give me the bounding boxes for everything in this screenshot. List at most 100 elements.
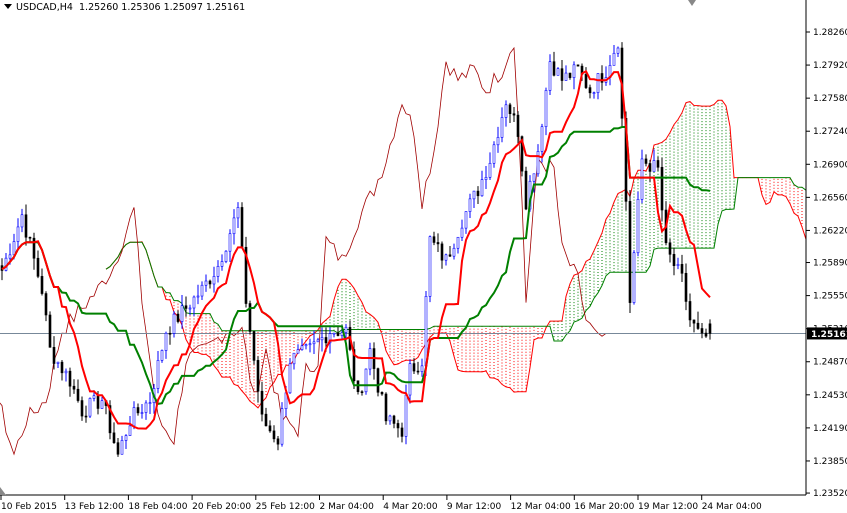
candle-body bbox=[88, 398, 92, 417]
candle-body bbox=[508, 104, 512, 115]
time-tick-label: 20 Feb 20:00 bbox=[192, 502, 251, 512]
candle-body bbox=[516, 114, 520, 137]
candle-body bbox=[568, 72, 572, 78]
candle-body bbox=[544, 90, 548, 128]
candle-body bbox=[500, 117, 504, 138]
dropdown-triangle-icon[interactable] bbox=[4, 4, 12, 9]
candle-body bbox=[596, 73, 600, 93]
price-tick-label: 1.26560 bbox=[813, 193, 847, 203]
candle-body bbox=[160, 350, 164, 361]
candle-body bbox=[584, 74, 588, 88]
candle-body bbox=[592, 92, 596, 94]
price-tick-label: 1.24190 bbox=[813, 424, 847, 434]
candle-body bbox=[216, 266, 220, 277]
candle-body bbox=[312, 341, 316, 345]
candle-body bbox=[680, 264, 684, 274]
candle-body bbox=[196, 295, 200, 298]
candle-body bbox=[416, 370, 420, 373]
candle-body bbox=[436, 242, 440, 245]
price-tick-label: 1.25550 bbox=[813, 292, 847, 302]
chikou-span-line bbox=[0, 46, 607, 456]
candle-body bbox=[128, 425, 132, 436]
candle-body bbox=[480, 179, 484, 197]
candle-body bbox=[184, 305, 188, 309]
candle-body bbox=[628, 201, 632, 303]
candle-body bbox=[420, 365, 424, 372]
time-tick-label: 19 Mar 12:00 bbox=[638, 502, 698, 512]
time-tick-label: 10 Feb 2015 bbox=[1, 502, 57, 512]
candle-body bbox=[504, 104, 508, 118]
candle-body bbox=[188, 307, 192, 310]
candle-body bbox=[572, 64, 576, 78]
candle-body bbox=[536, 151, 540, 175]
current-price-box: 1.25161 bbox=[807, 327, 847, 340]
candle-body bbox=[264, 413, 268, 427]
candle-body bbox=[424, 296, 428, 367]
candle-body bbox=[308, 343, 312, 346]
candle-body bbox=[84, 415, 88, 418]
candle-body bbox=[172, 313, 176, 334]
candle-body bbox=[200, 284, 204, 297]
candle-body bbox=[20, 214, 24, 228]
candle-body bbox=[40, 276, 44, 294]
price-tick-label: 1.23520 bbox=[813, 489, 847, 499]
candle-body bbox=[384, 393, 388, 422]
tenkan-sen-line bbox=[1, 69, 711, 430]
candle-body bbox=[672, 254, 676, 266]
candle-body bbox=[64, 370, 68, 374]
candle-body bbox=[376, 368, 380, 393]
candle-body bbox=[444, 254, 448, 261]
candle-body bbox=[112, 432, 116, 443]
candle-body bbox=[380, 391, 384, 395]
candle-body bbox=[532, 173, 536, 182]
candle-body bbox=[232, 217, 236, 235]
candle-body bbox=[464, 211, 468, 229]
candle-body bbox=[432, 236, 436, 243]
candle-body bbox=[300, 345, 304, 350]
price-tick-label: 1.26220 bbox=[813, 226, 847, 236]
candle-body bbox=[524, 170, 528, 210]
candle-body bbox=[204, 280, 208, 286]
candle-body bbox=[488, 162, 492, 178]
candle-body bbox=[708, 323, 712, 334]
candle-body bbox=[36, 257, 40, 277]
candle-body bbox=[428, 236, 432, 297]
candle-body bbox=[440, 243, 444, 261]
senkou-span-a-line bbox=[105, 99, 806, 409]
candle-body bbox=[388, 415, 392, 422]
candle-body bbox=[684, 272, 688, 302]
time-tick-label: 24 Mar 04:00 bbox=[702, 502, 762, 512]
candle-body bbox=[588, 87, 592, 94]
candle-body bbox=[676, 264, 680, 266]
candle-body bbox=[12, 241, 16, 256]
price-tick-label: 1.28260 bbox=[813, 28, 847, 38]
candle-body bbox=[360, 391, 364, 393]
candle-body bbox=[168, 332, 172, 335]
time-tick-label: 16 Mar 20:00 bbox=[574, 502, 634, 512]
candle-body bbox=[220, 261, 224, 267]
chart-shift-marker-icon[interactable] bbox=[688, 0, 696, 6]
price-tick-label: 1.27580 bbox=[813, 94, 847, 104]
candle-body bbox=[72, 385, 76, 390]
high-value: 1.25306 bbox=[121, 2, 161, 13]
price-chart[interactable]: 1.28260 1.27920 1.27580 1.27240 1.26900 1.265… bbox=[0, 0, 847, 513]
candle-body bbox=[140, 412, 144, 414]
price-tick-label: 1.27240 bbox=[813, 127, 847, 137]
price-axis: 1.28260 1.27920 1.27580 1.27240 1.26900 1.265… bbox=[806, 28, 847, 499]
candle-body bbox=[688, 301, 692, 321]
current-price-label: 1.25161 bbox=[811, 330, 847, 340]
kijun-sen-line bbox=[1, 126, 711, 406]
candle-body bbox=[616, 47, 620, 54]
candle-body bbox=[48, 314, 52, 348]
candle-body bbox=[612, 52, 616, 66]
time-tick-label: 4 Mar 20:00 bbox=[383, 502, 438, 512]
candle-body bbox=[472, 190, 476, 200]
candle-body bbox=[76, 388, 80, 401]
candle-body bbox=[344, 327, 348, 333]
candle-body bbox=[8, 254, 12, 259]
senkou-span-b-line bbox=[105, 177, 806, 342]
candle-body bbox=[476, 190, 480, 197]
candle-body bbox=[512, 113, 516, 116]
candle-body bbox=[96, 395, 100, 409]
scroll-marker-icon bbox=[0, 487, 6, 495]
